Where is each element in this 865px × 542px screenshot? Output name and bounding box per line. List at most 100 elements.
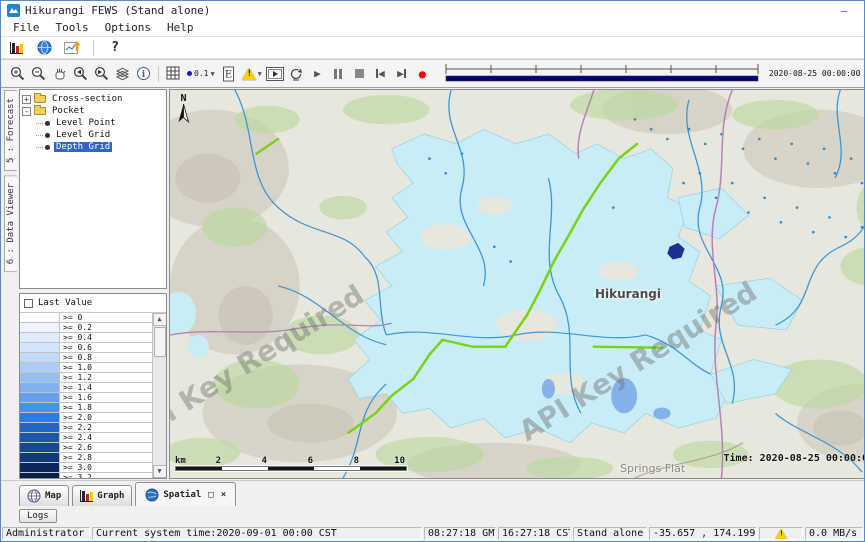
- tree-item-label[interactable]: Cross-section: [50, 94, 124, 104]
- legend-row[interactable]: >= 0.6: [20, 343, 152, 353]
- menu-options[interactable]: Options: [97, 20, 159, 35]
- legend-row[interactable]: >= 2.6: [20, 443, 152, 453]
- scroll-down-icon[interactable]: ▼: [153, 465, 167, 478]
- legend-row[interactable]: >= 1.6: [20, 393, 152, 403]
- legend-row[interactable]: >= 2.4: [20, 433, 152, 443]
- legend-row[interactable]: >= 2.8: [20, 453, 152, 463]
- interval-dot-icon: [187, 71, 192, 76]
- legend-row[interactable]: >= 1.0: [20, 363, 152, 373]
- north-label: N: [178, 93, 189, 104]
- maximize-button[interactable]: □: [859, 4, 865, 17]
- animation-settings-icon[interactable]: [286, 63, 307, 84]
- legend-scrollbar[interactable]: ▲ ▼: [152, 313, 166, 478]
- scale-tick: 6: [267, 456, 313, 466]
- tree-item-pocket[interactable]: - Pocket: [22, 105, 164, 117]
- tree-item-label[interactable]: Level Point: [54, 118, 118, 128]
- legend-row[interactable]: >= 0: [20, 313, 152, 323]
- tab-map-label: Map: [45, 491, 61, 501]
- tab-close-icon[interactable]: ×: [221, 490, 226, 500]
- map-display-icon[interactable]: [33, 39, 55, 57]
- layers-icon[interactable]: [112, 63, 133, 84]
- legend-row[interactable]: >= 3.2: [20, 473, 152, 478]
- legend-row-label: >= 3.2: [60, 473, 152, 478]
- legend-row[interactable]: >= 0.2: [20, 323, 152, 333]
- pan-hand-icon[interactable]: [49, 63, 70, 84]
- timeseries-dialog-icon[interactable]: [61, 39, 83, 57]
- legend-row[interactable]: >= 2.2: [20, 423, 152, 433]
- zoom-in-icon[interactable]: [7, 63, 28, 84]
- grid-display-icon[interactable]: [163, 63, 184, 84]
- menu-help[interactable]: Help: [159, 20, 202, 35]
- record-button[interactable]: ●: [412, 63, 433, 84]
- collapse-icon[interactable]: -: [22, 107, 31, 116]
- legend-row-label: >= 3.0: [60, 463, 152, 472]
- tab-forecast[interactable]: 5 : Forecast: [4, 90, 17, 171]
- time-slider[interactable]: [443, 62, 761, 86]
- scale-tick: 4: [221, 456, 267, 466]
- contour-labels-icon[interactable]: E: [218, 63, 239, 84]
- scale-tick: 2: [185, 456, 221, 466]
- legend-color-swatch: [20, 433, 60, 442]
- scrollbar-thumb[interactable]: [154, 327, 166, 357]
- status-local-time: 16:27:18 CST: [498, 527, 571, 540]
- legend-row[interactable]: >= 1.8: [20, 403, 152, 413]
- play-button[interactable]: ▶: [307, 63, 328, 84]
- tree-item-level-grid[interactable]: Level Grid: [36, 129, 164, 141]
- legend-row[interactable]: >= 0.8: [20, 353, 152, 363]
- legend-rows: >= 0 >= 0.2 >= 0.4 >= 0.6 >= 0.8 >= 1.0 …: [20, 313, 152, 478]
- step-back-button[interactable]: ◀: [370, 63, 391, 84]
- warnings-dropdown[interactable]: ▼: [239, 64, 265, 84]
- database-viewer-icon[interactable]: [5, 39, 27, 57]
- legend-color-swatch: [20, 443, 60, 452]
- minimize-button[interactable]: –: [829, 4, 859, 17]
- scroll-up-icon[interactable]: ▲: [153, 313, 167, 326]
- legend-row[interactable]: >= 0.4: [20, 333, 152, 343]
- menu-tools[interactable]: Tools: [48, 20, 97, 35]
- legend-row[interactable]: >= 1.2: [20, 373, 152, 383]
- zoom-previous-icon[interactable]: [70, 63, 91, 84]
- info-icon[interactable]: i: [133, 63, 154, 84]
- stop-button[interactable]: [349, 63, 370, 84]
- tree-item-depth-grid[interactable]: Depth Grid: [36, 141, 164, 153]
- tab-data-viewer[interactable]: 6 : Data Viewer: [4, 175, 17, 272]
- legend-row-label: >= 0.8: [60, 353, 152, 362]
- map-view[interactable]: N API Key Required API Key Required Hiku…: [169, 89, 865, 479]
- animation-player-icon[interactable]: [265, 63, 286, 84]
- status-warning-cell[interactable]: [759, 527, 803, 540]
- blue-globe-icon: [145, 488, 159, 502]
- legend-row-label: >= 1.0: [60, 363, 152, 372]
- last-value-checkbox[interactable]: [24, 299, 33, 308]
- legend-panel: Last Value >= 0 >= 0.2 >= 0.4 >= 0.6 >= …: [19, 293, 167, 479]
- menu-file[interactable]: File: [5, 20, 48, 35]
- legend-body: >= 0 >= 0.2 >= 0.4 >= 0.6 >= 0.8 >= 1.0 …: [20, 312, 166, 478]
- expand-icon[interactable]: +: [22, 95, 31, 104]
- tree-item-level-point[interactable]: Level Point: [36, 117, 164, 129]
- zoom-next-icon[interactable]: [91, 63, 112, 84]
- legend-row[interactable]: >= 3.0: [20, 463, 152, 473]
- logs-button[interactable]: Logs: [19, 509, 57, 523]
- help-button[interactable]: ?: [104, 39, 126, 57]
- tree-item-label-selected[interactable]: Depth Grid: [54, 142, 112, 152]
- pause-button[interactable]: [328, 63, 349, 84]
- scale-bar-segments: [175, 466, 407, 471]
- zoom-out-icon[interactable]: [28, 63, 49, 84]
- legend-row-label: >= 2.2: [60, 423, 152, 432]
- status-coordinates: -35.657 , 174.199: [649, 527, 757, 540]
- tree-item-cross-section[interactable]: + Cross-section: [22, 93, 164, 105]
- warning-icon: [242, 68, 256, 80]
- legend-row[interactable]: >= 1.4: [20, 383, 152, 393]
- chevron-down-icon: ▼: [210, 70, 214, 78]
- svg-text:i: i: [142, 70, 146, 80]
- class-interval-dropdown[interactable]: 0.1 ▼: [184, 64, 218, 84]
- tab-graph[interactable]: Graph: [72, 485, 132, 506]
- tree-item-label[interactable]: Level Grid: [54, 130, 112, 140]
- layer-tree: + Cross-section - Pocket Level Point: [19, 89, 167, 289]
- tree-item-label[interactable]: Pocket: [50, 106, 87, 116]
- tab-map[interactable]: Map: [19, 485, 69, 506]
- main-region: 5 : Forecast 6 : Data Viewer + Cross-sec…: [1, 88, 865, 480]
- tab-restore-icon[interactable]: □: [208, 490, 213, 500]
- legend-row[interactable]: >= 2.0: [20, 413, 152, 423]
- tab-spatial-active[interactable]: Spatial □ ×: [135, 482, 236, 506]
- step-forward-button[interactable]: ▶: [391, 63, 412, 84]
- legend-color-swatch: [20, 403, 60, 412]
